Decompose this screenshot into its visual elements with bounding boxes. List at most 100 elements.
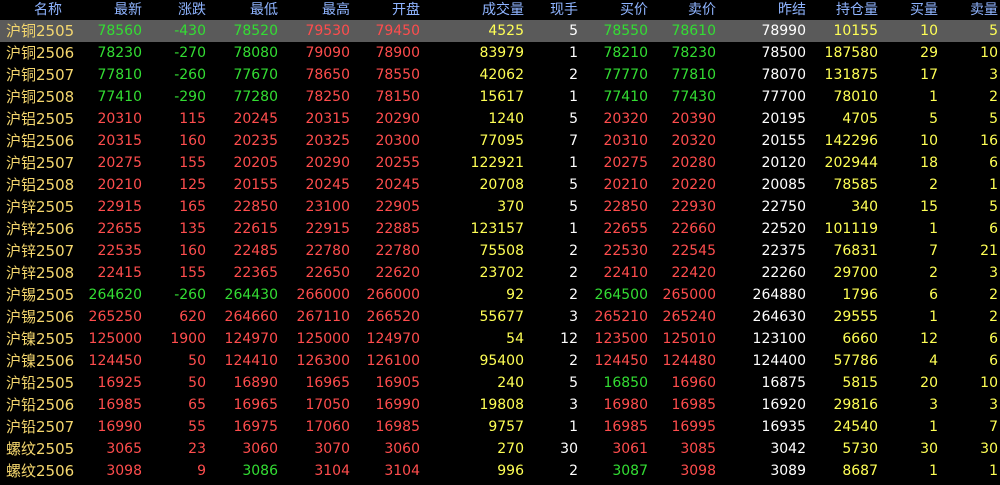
cell-volume: 23702	[479, 265, 524, 281]
cell-open: 3104	[384, 463, 420, 479]
cell-cur: 1	[569, 221, 578, 237]
cell-ask: 3098	[680, 463, 716, 479]
cell-prev: 16935	[761, 419, 806, 435]
cell-ask: 77430	[671, 89, 716, 105]
cell-name: 沪锌2505	[6, 198, 75, 216]
cell-cur: 5	[569, 375, 578, 391]
quote-row[interactable]: 沪镍2506 124450 50 124410 126300 126100 95400 2 12…	[0, 350, 1000, 372]
quote-row[interactable]: 沪镍2505 125000 1900 124970 125000 124970 54 12 12…	[0, 328, 1000, 350]
cell-open: 3060	[384, 441, 420, 457]
column-header-ask[interactable]: 卖价	[650, 0, 718, 20]
cell-askq: 7	[989, 419, 998, 435]
cell-latest: 20210	[97, 177, 142, 193]
quote-row[interactable]: 螺纹2506 3098 9 3086 3104 3104 996 2 3087 3098 3089 8…	[0, 460, 1000, 482]
cell-oi: 24540	[833, 419, 878, 435]
cell-askq: 6	[989, 331, 998, 347]
cell-name: 沪铝2506	[6, 132, 75, 150]
quote-row[interactable]: 沪铅2506 16985 65 16965 17050 16990 19808 3 16980 1…	[0, 394, 1000, 416]
cell-bid: 16985	[603, 419, 648, 435]
cell-high: 78250	[305, 89, 350, 105]
quote-row[interactable]: 沪锡2505 264620 -260 264430 266000 266000 92 2 264…	[0, 284, 1000, 306]
column-header-oi[interactable]: 持仓量	[808, 0, 880, 20]
cell-high: 79090	[305, 45, 350, 61]
cell-cur: 3	[569, 309, 578, 325]
cell-low: 16965	[233, 397, 278, 413]
cell-change: 1900	[170, 331, 206, 347]
column-header-high[interactable]: 最高	[280, 0, 352, 20]
cell-prev: 20085	[761, 177, 806, 193]
column-header-bidq[interactable]: 买量	[880, 0, 940, 20]
cell-bidq: 1	[929, 419, 938, 435]
column-header-low[interactable]: 最低	[208, 0, 280, 20]
cell-bid: 3087	[612, 463, 648, 479]
cell-ask: 124480	[662, 353, 716, 369]
cell-bid: 77770	[603, 67, 648, 83]
cell-high: 20325	[305, 133, 350, 149]
column-header-change[interactable]: 涨跌	[144, 0, 208, 20]
cell-bidq: 30	[920, 441, 938, 457]
quote-row[interactable]: 沪锌2506 22655 135 22615 22915 22885 123157 1 2265…	[0, 218, 1000, 240]
quote-row[interactable]: 沪铜2506 78230 -270 78080 79090 78900 83979 1 7821…	[0, 42, 1000, 64]
column-header-name[interactable]: 名称	[0, 0, 76, 20]
quote-row[interactable]: 沪锡2506 265250 620 264660 267110 266520 55677 3 2…	[0, 306, 1000, 328]
cell-open: 124970	[366, 331, 420, 347]
cell-change: -430	[174, 23, 206, 39]
quote-row[interactable]: 沪铝2508 20210 125 20155 20245 20245 20708 5 20210…	[0, 174, 1000, 196]
quote-row[interactable]: 沪铜2508 77410 -290 77280 78250 78150 15617 1 7741…	[0, 86, 1000, 108]
cell-high: 20290	[305, 155, 350, 171]
cell-prev: 123100	[752, 331, 806, 347]
quote-row[interactable]: 沪锌2505 22915 165 22850 23100 22905 370 5 22850 22…	[0, 196, 1000, 218]
cell-prev: 3089	[770, 463, 806, 479]
cell-high: 22780	[305, 243, 350, 259]
cell-cur: 2	[569, 463, 578, 479]
cell-ask: 20390	[671, 111, 716, 127]
cell-high: 126300	[296, 353, 350, 369]
cell-ask: 22545	[671, 243, 716, 259]
cell-askq: 2	[989, 287, 998, 303]
cell-latest: 77810	[97, 67, 142, 83]
cell-oi: 29700	[833, 265, 878, 281]
cell-cur: 1	[569, 155, 578, 171]
cell-ask: 77810	[671, 67, 716, 83]
cell-cur: 2	[569, 287, 578, 303]
cell-change: 160	[179, 243, 206, 259]
cell-name: 沪铜2505	[6, 22, 75, 40]
column-header-volume[interactable]: 成交量	[422, 0, 526, 20]
cell-open: 22780	[375, 243, 420, 259]
cell-ask: 20280	[671, 155, 716, 171]
quote-row[interactable]: 沪锌2508 22415 155 22365 22650 22620 23702 2 22410…	[0, 262, 1000, 284]
column-header-askq[interactable]: 卖量	[940, 0, 1000, 20]
cell-volume: 19808	[479, 397, 524, 413]
quote-row[interactable]: 沪锌2507 22535 160 22485 22780 22780 75508 2 22530…	[0, 240, 1000, 262]
cell-askq: 6	[989, 353, 998, 369]
cell-high: 20315	[305, 111, 350, 127]
quote-row[interactable]: 沪铝2507 20275 155 20205 20290 20255 122921 1 2027…	[0, 152, 1000, 174]
cell-volume: 15617	[479, 89, 524, 105]
column-header-latest[interactable]: 最新	[76, 0, 144, 20]
cell-change: 125	[179, 177, 206, 193]
cell-askq: 30	[980, 441, 998, 457]
cell-ask: 125010	[662, 331, 716, 347]
cell-bidq: 1	[929, 309, 938, 325]
cell-prev: 78070	[761, 67, 806, 83]
quote-row[interactable]: 螺纹2505 3065 23 3060 3070 3060 270 30 3061 3085 304…	[0, 438, 1000, 460]
column-header-cur[interactable]: 现手	[526, 0, 580, 20]
quote-row[interactable]: 沪铜2505 78560 -430 78520 79530 79450 4525 5 78550…	[0, 20, 1000, 42]
cell-cur: 2	[569, 243, 578, 259]
cell-prev: 16920	[761, 397, 806, 413]
cell-bid: 22655	[603, 221, 648, 237]
column-header-prev[interactable]: 昨结	[718, 0, 808, 20]
quote-row[interactable]: 沪铜2507 77810 -260 77670 78650 78550 42062 2 7777…	[0, 64, 1000, 86]
column-header-open[interactable]: 开盘	[352, 0, 422, 20]
column-header-bid[interactable]: 买价	[580, 0, 650, 20]
quote-row[interactable]: 沪铝2506 20315 160 20235 20325 20300 77095 7 20310…	[0, 130, 1000, 152]
quote-row[interactable]: 沪铅2507 16990 55 16975 17060 16985 9757 1 16985 16…	[0, 416, 1000, 438]
cell-open: 266000	[366, 287, 420, 303]
cell-prev: 264630	[752, 309, 806, 325]
cell-change: 50	[188, 375, 206, 391]
cell-low: 16890	[233, 375, 278, 391]
quote-row[interactable]: 沪铅2505 16925 50 16890 16965 16905 240 5 16850 169…	[0, 372, 1000, 394]
cell-low: 77670	[233, 67, 278, 83]
cell-oi: 5815	[842, 375, 878, 391]
quote-row[interactable]: 沪铝2505 20310 115 20245 20315 20290 1240 5 20320 2…	[0, 108, 1000, 130]
